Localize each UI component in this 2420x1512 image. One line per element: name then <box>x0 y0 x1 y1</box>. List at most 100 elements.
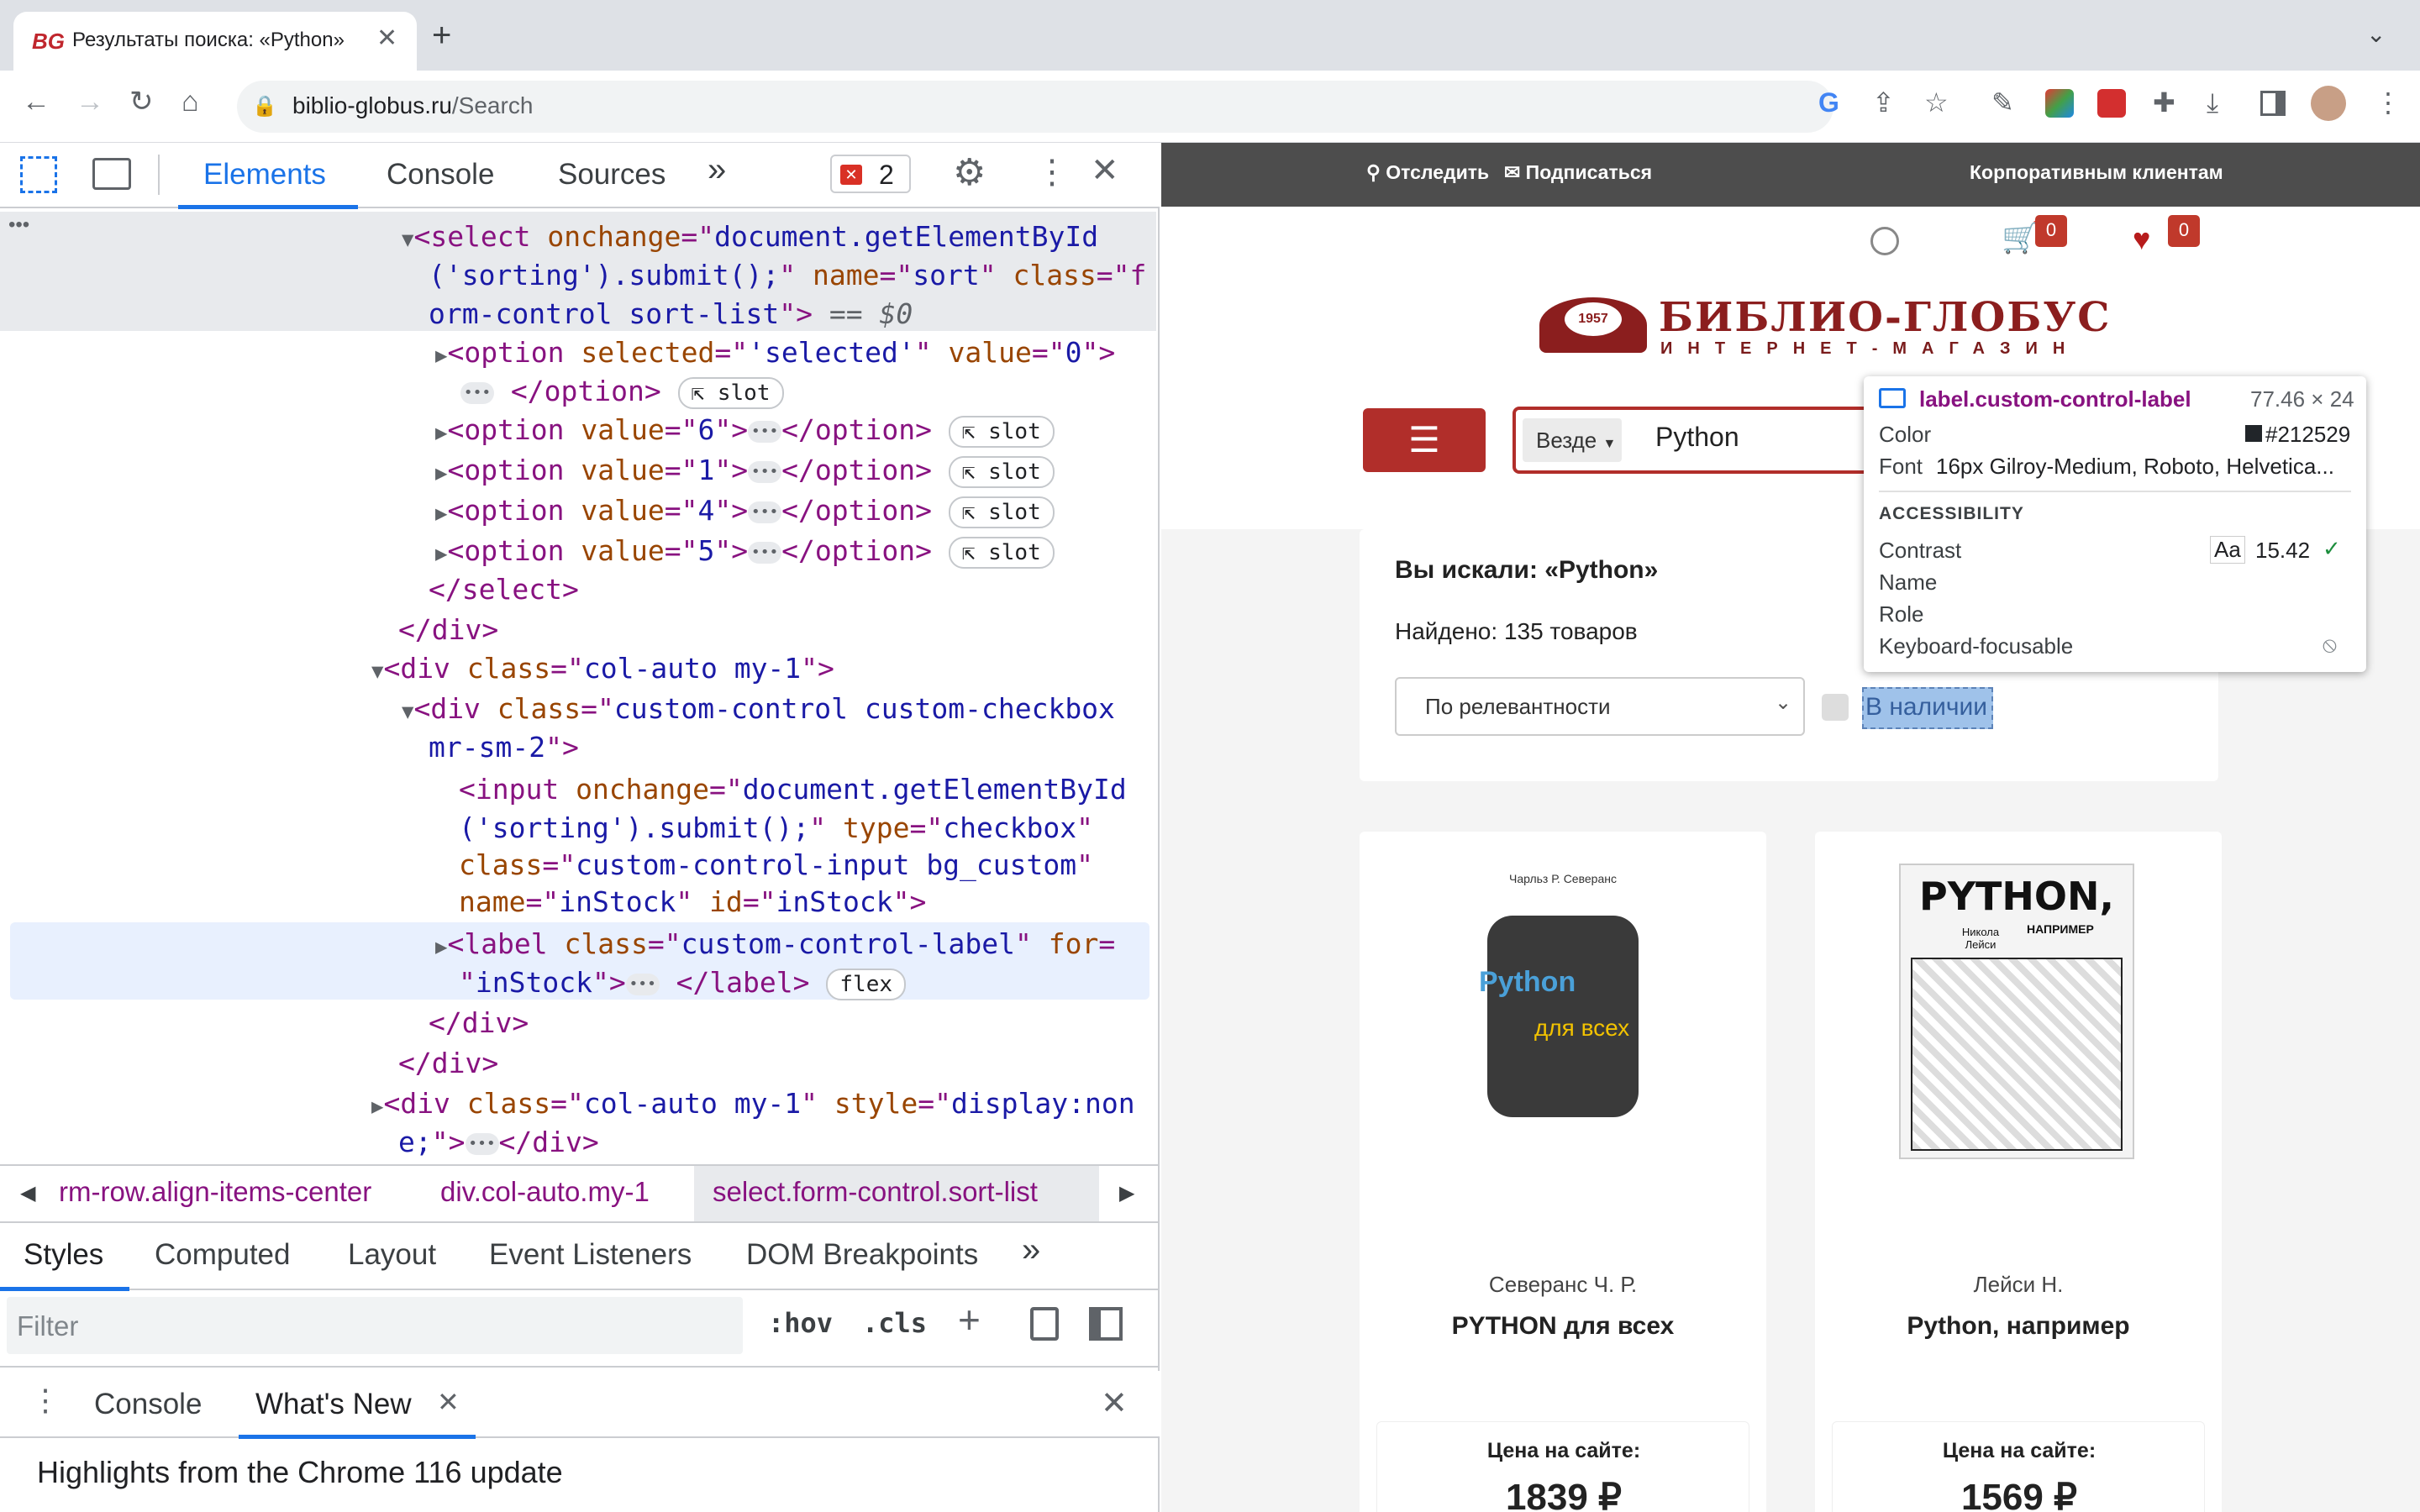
logo-emblem[interactable]: 1957 <box>1539 297 1647 353</box>
catalog-menu-button[interactable]: ☰ <box>1363 408 1486 472</box>
lock-icon[interactable]: 🔒 <box>252 94 277 118</box>
breadcrumb-item-active[interactable]: select.form-control.sort-list <box>713 1176 1038 1208</box>
search-scope-dropdown[interactable]: Везде ▼ <box>1523 418 1622 462</box>
ellipsis-icon[interactable]: ••• <box>748 501 782 523</box>
more-subtabs-chevron-icon[interactable]: » <box>1022 1231 1040 1269</box>
back-icon[interactable]: ← <box>22 87 50 116</box>
dom-node-option-0[interactable]: ▶<option selected="'selected'" value="0"… <box>435 333 1115 375</box>
side-panel-icon[interactable] <box>2260 91 2286 116</box>
tab-sources[interactable]: Sources <box>558 158 666 192</box>
ellipsis-icon[interactable]: ••• <box>465 1132 499 1155</box>
logo-title[interactable]: БИБЛИО-ГЛОБУС <box>1659 294 2111 341</box>
dom-node-label[interactable]: ▶<label class="custom-control-label" for… <box>435 924 1115 967</box>
in-stock-checkbox[interactable] <box>1822 694 1849 721</box>
subscribe-link[interactable]: ✉ Подписаться <box>1504 161 1652 184</box>
dom-node-div-close-3[interactable]: </div> <box>398 1043 498 1083</box>
kebab-menu-icon[interactable]: ⋮ <box>2375 89 2402 116</box>
expand-triangle-icon[interactable]: ▶ <box>371 1095 383 1118</box>
styles-filter-input[interactable] <box>7 1297 743 1354</box>
tab-event-listeners[interactable]: Event Listeners <box>489 1238 692 1272</box>
breadcrumb-item[interactable]: div.col-auto.my-1 <box>440 1176 650 1208</box>
hov-toggle[interactable]: :hov <box>768 1307 833 1339</box>
url-text[interactable]: biblio-globus.ru/Search <box>292 92 533 119</box>
cart-icon[interactable]: 🛒 <box>2002 220 2039 255</box>
dom-node-input-cont1[interactable]: ('sorting').submit();" type="checkbox" <box>459 808 1093 848</box>
slot-badge[interactable]: ⇱ slot <box>948 496 1055 528</box>
extension-color-icon[interactable] <box>2045 89 2074 118</box>
home-icon[interactable]: ⌂ <box>182 87 199 116</box>
breadcrumb-right-arrow-icon[interactable]: ▶ <box>1119 1181 1134 1205</box>
ellipsis-icon[interactable]: ••• <box>748 420 782 443</box>
extensions-puzzle-icon[interactable]: ✚ <box>2153 89 2175 116</box>
expand-triangle-icon[interactable]: ▶ <box>435 542 447 565</box>
dom-node-div-close-2[interactable]: </div> <box>429 1003 529 1042</box>
favorites-heart-icon[interactable]: ♥ <box>2133 222 2150 257</box>
user-account-icon[interactable] <box>1870 227 1899 255</box>
settings-gear-icon[interactable]: ⚙ <box>953 155 986 192</box>
tab-layout[interactable]: Layout <box>348 1238 436 1272</box>
pdf-extension-icon[interactable] <box>2097 89 2126 118</box>
close-drawer-icon[interactable]: ✕ <box>1101 1384 1128 1422</box>
corporate-clients-link[interactable]: Корпоративным клиентам <box>1970 161 2223 184</box>
dom-node-input-cont3[interactable]: name="inStock" id="inStock"> <box>459 882 926 921</box>
new-style-rule-icon[interactable]: + <box>958 1300 981 1339</box>
devtools-menu-icon[interactable]: ⋮ <box>1035 153 1069 192</box>
reload-icon[interactable]: ↻ <box>129 87 154 116</box>
drawer-tab-whats-new[interactable]: What's New <box>255 1388 412 1421</box>
product-card[interactable]: Чарльз Р. Северанс Python для всех Север… <box>1360 832 1766 1512</box>
ellipsis-icon[interactable]: ••• <box>460 381 494 404</box>
expand-triangle-icon[interactable]: ▶ <box>435 501 447 525</box>
tab-styles[interactable]: Styles <box>24 1238 103 1272</box>
dom-node-option-0-close[interactable]: ••• </option> ⇱ slot <box>460 371 784 411</box>
avatar[interactable] <box>2311 86 2346 121</box>
slot-badge[interactable]: ⇱ slot <box>677 376 784 409</box>
product-title[interactable]: Python, например <box>1815 1312 2222 1341</box>
bookmark-star-icon[interactable]: ☆ <box>1924 89 1949 116</box>
tab-close-icon[interactable]: ✕ <box>376 24 397 53</box>
expand-triangle-icon[interactable]: ▶ <box>435 344 447 367</box>
dom-node-div-custom-control-cont[interactable]: mr-sm-2"> <box>429 727 579 767</box>
paint-brush-icon[interactable] <box>1030 1307 1059 1341</box>
more-tabs-chevron-icon[interactable]: » <box>708 151 726 189</box>
close-whats-new-icon[interactable]: ✕ <box>437 1386 460 1418</box>
collapse-triangle-icon[interactable]: ▼ <box>402 700 413 723</box>
ellipsis-icon[interactable]: ••• <box>748 541 782 564</box>
dom-node-option-5[interactable]: ▶<option value="5"> ••• </option> ⇱ slot <box>435 531 1055 574</box>
dom-node-select-cont2[interactable]: orm-control sort-list"> == $0 <box>429 294 913 333</box>
ellipsis-icon[interactable]: ••• <box>748 460 782 483</box>
extension-translate-icon[interactable]: ✎ <box>1991 89 2014 116</box>
collapse-triangle-icon[interactable]: ▼ <box>402 228 413 251</box>
search-input[interactable]: Python <box>1655 422 1739 453</box>
dom-node-label-cont[interactable]: "inStock"> ••• </label> flex <box>459 963 907 1002</box>
track-order-link[interactable]: ⚲ Отследить <box>1366 161 1489 184</box>
inspect-element-icon[interactable] <box>20 156 57 193</box>
dom-node-div-close[interactable]: </div> <box>398 610 498 649</box>
dom-node-select[interactable]: ▼<select onchange="document.getElementBy… <box>402 217 1098 260</box>
tab-search-chevron-icon[interactable]: ⌄ <box>2366 20 2386 48</box>
tab-computed[interactable]: Computed <box>155 1238 290 1272</box>
dom-node-div-custom-control[interactable]: ▼<div class="custom-control custom-check… <box>402 689 1115 732</box>
forward-icon[interactable]: → <box>76 87 104 116</box>
browser-tab[interactable]: BG Результаты поиска: «Python» ✕ <box>13 12 417 71</box>
expand-triangle-icon[interactable]: ▶ <box>435 935 447 958</box>
drawer-menu-icon[interactable]: ⋮ <box>30 1383 60 1418</box>
dom-node-option-4[interactable]: ▶<option value="4"> ••• </option> ⇱ slot <box>435 491 1055 533</box>
device-toolbar-icon[interactable] <box>92 158 131 190</box>
close-devtools-icon[interactable]: ✕ <box>1091 151 1119 190</box>
slot-badge[interactable]: ⇱ slot <box>948 415 1055 448</box>
google-icon[interactable]: G <box>1818 89 1839 116</box>
dom-node-div-colauto[interactable]: ▼<div class="col-auto my-1"> <box>371 648 834 691</box>
dom-node-input[interactable]: <input onchange="document.getElementById <box>459 769 1127 809</box>
tab-console[interactable]: Console <box>387 158 494 192</box>
drawer-tab-console[interactable]: Console <box>94 1388 202 1421</box>
download-icon[interactable]: ⤓ <box>2207 89 2218 116</box>
dom-node-input-cont2[interactable]: class="custom-control-input bg_custom" <box>459 845 1093 885</box>
flex-badge[interactable]: flex <box>826 968 907 1000</box>
dom-node-div-hidden-cont[interactable]: e;"> ••• </div> <box>398 1122 599 1162</box>
in-stock-label[interactable]: В наличии <box>1862 687 1993 729</box>
dom-node-select-close[interactable]: </select> <box>429 570 579 609</box>
new-tab-icon[interactable]: + <box>432 18 451 52</box>
slot-badge[interactable]: ⇱ slot <box>948 455 1055 488</box>
collapse-triangle-icon[interactable]: ▼ <box>371 659 383 683</box>
ellipsis-icon[interactable]: ••• <box>625 973 660 995</box>
